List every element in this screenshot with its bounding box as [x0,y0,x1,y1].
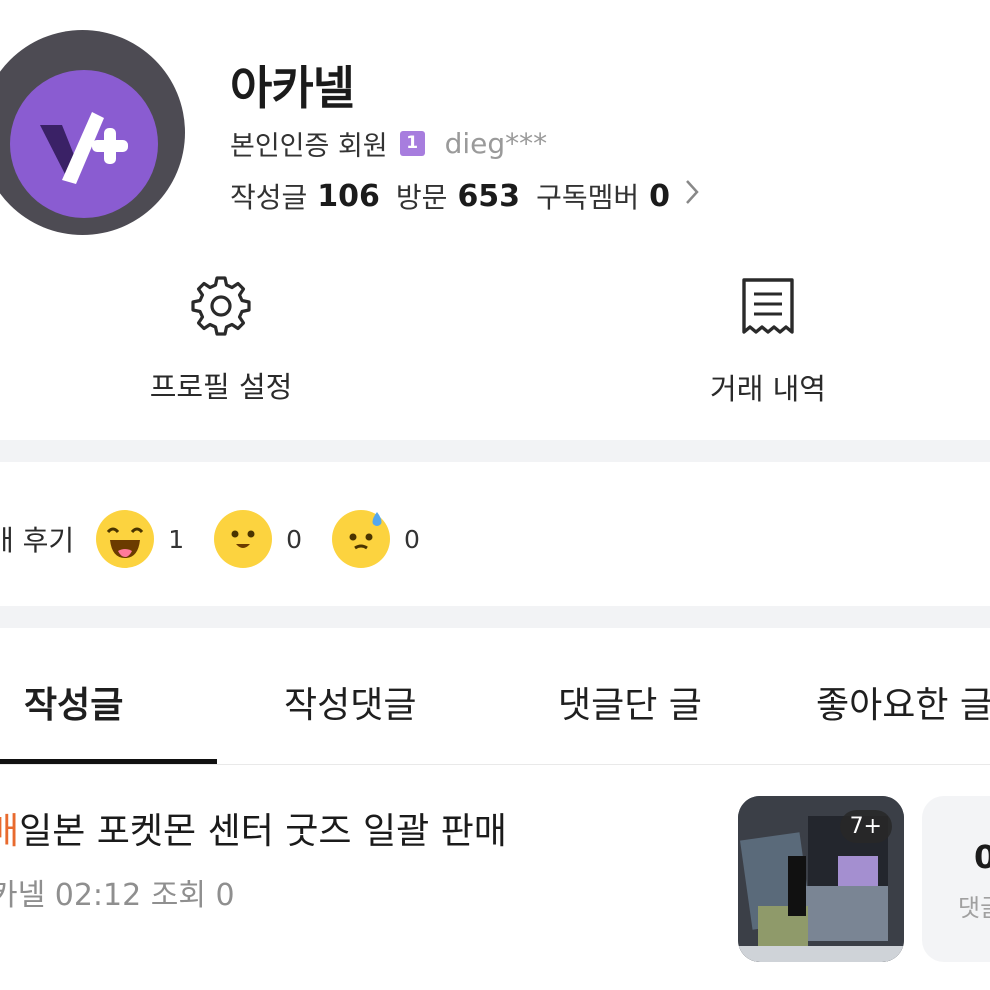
profile-settings-label: 프로필 설정 [149,370,293,404]
posts-label: 작성글 [230,181,308,214]
visits-label: 방문 [395,181,448,214]
sweating-count: 0 [404,524,420,554]
smiling-face-icon [214,510,273,568]
post-tag: 매 [0,811,20,852]
laughing-count: 1 [168,524,185,554]
tab-posts[interactable]: 작성글 [24,676,123,728]
nickname: 아카넬 [230,61,355,115]
reviews-label: 매 후기 [0,524,75,557]
comment-count-box[interactable]: 0 댓글 [922,796,990,962]
section-divider [0,440,990,462]
post-thumbnail[interactable]: 7+ [738,796,904,962]
post-title-text: 일본 포켓몬 센터 굿즈 일괄 판매 [19,811,507,852]
level-badge: 1 [399,131,425,156]
comment-count: 0 [974,838,990,876]
tab-divider [0,764,990,765]
section-divider [0,606,990,628]
transaction-history-label: 거래 내역 [710,372,826,406]
user-id: dieg*** [444,127,548,160]
post-title[interactable]: 매일본 포켓몬 센터 굿즈 일괄 판매 [0,802,507,854]
verification-label: 본인인증 회원 [230,131,388,162]
chevron-right-icon[interactable] [684,178,700,214]
visits-count: 653 [457,178,521,214]
smiling-count: 0 [286,524,302,554]
image-count-badge: 7+ [839,810,892,843]
comment-label: 댓글 [958,894,990,922]
posts-count: 106 [317,178,380,214]
transaction-history-button[interactable]: 거래 내역 [696,276,840,408]
laughing-face-icon [96,510,155,568]
trade-reviews[interactable]: 매 후기 1 0 0 [0,510,420,568]
profile-stats[interactable]: 작성글 106 방문 653 구독멤버 0 [230,176,700,216]
profile-settings-button[interactable]: 프로필 설정 [140,276,302,406]
receipt-icon [740,276,796,342]
subscribers-count: 0 [649,178,670,214]
subscribers-label: 구독멤버 [536,181,640,214]
v-plus-logo-icon [10,70,158,218]
verification-row: 본인인증 회원 1 dieg*** [230,124,547,163]
sweating-face-icon [332,510,390,568]
tab-comments[interactable]: 작성댓글 [284,676,416,728]
post-meta: 카넬 02:12 조회 0 [0,878,235,913]
tab-commented-posts[interactable]: 댓글단 글 [558,676,702,728]
tab-liked-posts[interactable]: 좋아요한 글 [816,676,990,728]
gear-icon [191,276,251,340]
